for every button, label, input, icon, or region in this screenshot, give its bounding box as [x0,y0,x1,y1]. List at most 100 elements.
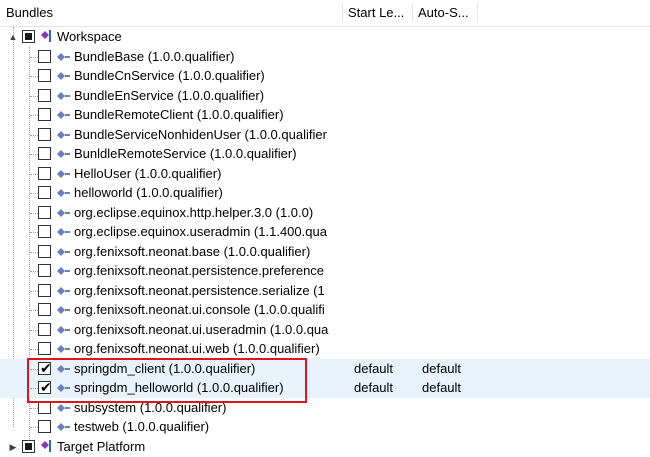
bundle-row[interactable]: org.fenixsoft.neonat.ui.useradmin (1.0.0… [0,320,650,340]
column-header-start-level[interactable]: Start Le... [342,0,412,26]
plugin-bundle-icon [57,150,70,158]
start-level-cell[interactable]: default [354,359,393,379]
bundle-label: subsystem (1.0.0.qualifier) [74,399,227,415]
bundle-checkbox[interactable] [38,303,51,316]
bundle-checkbox[interactable] [38,147,51,160]
plugin-bundle-icon [57,423,70,431]
auto-start-cell[interactable]: default [422,378,461,398]
tree-connector-line [30,407,38,409]
column-header-bundles[interactable]: Bundles [0,0,342,26]
target-platform-label: Target Platform [57,439,146,454]
tree-connector-line [30,173,38,175]
column-separator[interactable] [477,4,478,22]
tree-connector-line [30,251,38,253]
bundle-row[interactable]: helloworld (1.0.0.qualifier) [0,183,650,203]
bundle-row[interactable]: BundleEnService (1.0.0.qualifier) [0,86,650,106]
bundle-label: BundleEnService (1.0.0.qualifier) [74,87,265,103]
expand-triangle-icon[interactable]: ▶ [8,442,18,452]
bundle-row[interactable]: org.eclipse.equinox.http.helper.3.0 (1.0… [0,203,650,223]
bundle-checkbox[interactable] [38,225,51,238]
bundle-label: org.fenixsoft.neonat.ui.useradmin (1.0.0… [74,321,329,337]
tree-node-workspace[interactable]: ▲ Workspace [0,27,650,47]
plugin-bundle-icon [57,130,70,139]
bundle-checkbox[interactable] [38,264,51,277]
target-platform-icon [41,440,51,452]
bundle-row[interactable]: BundleCnService (1.0.0.qualifier) [0,66,650,86]
bundle-checkbox[interactable] [38,166,51,180]
bundle-label: springdm_client (1.0.0.qualifier) [74,360,256,376]
bundle-row[interactable]: BundleRemoteClient (1.0.0.qualifier) [0,105,650,125]
bundle-label: org.fenixsoft.neonat.persistence.seriali… [74,282,325,298]
tree-connector-line [30,232,38,233]
start-level-cell[interactable]: default [354,378,393,398]
bundle-tree[interactable]: ▲ Workspace BundleBase (1.0.0.qualifier)… [0,27,650,457]
plugin-bundle-icon [57,306,70,314]
bundle-label: org.fenixsoft.neonat.ui.console (1.0.0.q… [74,302,325,317]
bundle-checkbox[interactable] [38,205,51,219]
bundle-checkbox[interactable] [38,186,51,199]
bundle-checkbox[interactable]: ✔ [38,360,52,376]
bundle-row[interactable]: org.fenixsoft.neonat.ui.console (1.0.0.q… [0,300,650,320]
workspace-label: Workspace [57,29,122,44]
bundle-row[interactable]: BundleBase (1.0.0.qualifier) [0,47,650,67]
bundle-checkbox[interactable] [38,127,51,141]
bundle-row[interactable]: BundleServiceNonhidenUser (1.0.0.qualifi… [0,125,650,145]
tree-node-target-platform[interactable]: ▶ Target Platform [0,437,650,457]
bundle-checkbox[interactable] [38,108,51,121]
bundle-row[interactable]: HelloUser (1.0.0.qualifier) [0,164,650,184]
bundle-checkbox[interactable] [38,420,51,433]
bundle-row[interactable]: testweb (1.0.0.qualifier) [0,417,650,437]
bundle-row[interactable]: ✔ springdm_helloworld (1.0.0.qualifier) de… [0,378,650,398]
bundle-label: springdm_helloworld (1.0.0.qualifier) [74,380,284,395]
plugin-bundle-icon [57,364,70,373]
plugin-bundle-icon [57,208,70,217]
tree-connector-line [30,212,38,214]
bundle-row[interactable]: org.eclipse.equinox.useradmin (1.1.400.q… [0,222,650,242]
collapse-triangle-icon[interactable]: ▲ [8,32,18,42]
tree-connector-line [30,193,38,194]
bundle-label: BundleCnService (1.0.0.qualifier) [74,68,265,83]
bundle-label: BundleBase (1.0.0.qualifier) [74,48,235,64]
bundle-row[interactable]: subsystem (1.0.0.qualifier) [0,398,650,418]
workspace-icon [41,30,51,42]
target-platform-checkbox[interactable] [22,440,35,453]
bundle-checkbox[interactable] [38,283,51,297]
tree-connector-line [30,368,38,370]
bundle-checkbox[interactable]: ✔ [38,379,52,395]
bundle-checkbox[interactable] [38,244,51,258]
tree-connector-line [30,95,38,97]
plugin-bundle-icon [57,189,70,197]
plugin-bundle-icon [57,72,70,80]
bundle-row[interactable]: ✔ springdm_client (1.0.0.qualifier) defaul… [0,358,650,379]
bundle-checkbox[interactable] [38,88,51,102]
tree-connector-line [30,56,38,58]
column-header-auto-start[interactable]: Auto-S... [412,0,477,26]
plugin-bundle-icon [57,91,70,100]
bundle-label: org.fenixsoft.neonat.ui.web (1.0.0.quali… [74,341,320,356]
bundle-row[interactable]: org.fenixsoft.neonat.base (1.0.0.qualifi… [0,242,650,262]
plugin-bundle-icon [57,403,70,412]
bundle-checkbox[interactable] [38,342,51,355]
plugin-bundle-icon [57,286,70,295]
bundle-label: org.eclipse.equinox.http.helper.3.0 (1.0… [74,204,314,220]
plugin-bundle-icon [57,169,70,178]
tree-connector-line [30,154,38,155]
bundle-row[interactable]: org.fenixsoft.neonat.ui.web (1.0.0.quali… [0,339,650,359]
bundle-label: org.eclipse.equinox.useradmin (1.1.400.q… [74,224,327,239]
bundle-row[interactable]: org.fenixsoft.neonat.persistence.prefere… [0,261,650,281]
bundle-checkbox[interactable] [38,322,51,336]
bundle-label: BunldleRemoteService (1.0.0.qualifier) [74,146,297,161]
bundle-checkbox[interactable] [38,69,51,82]
tree-connector-line [30,329,38,331]
bundle-label: BundleRemoteClient (1.0.0.qualifier) [74,107,284,122]
plugin-bundle-icon [57,228,70,236]
bundle-checkbox[interactable] [38,400,51,414]
auto-start-cell[interactable]: default [422,359,461,379]
tree-connector-line [30,349,38,350]
bundle-row[interactable]: BunldleRemoteService (1.0.0.qualifier) [0,144,650,164]
workspace-checkbox[interactable] [22,30,35,43]
bundle-checkbox[interactable] [38,49,51,63]
bundle-row[interactable]: org.fenixsoft.neonat.persistence.seriali… [0,281,650,301]
tree-connector-line [30,271,38,272]
tree-connector-line [30,427,38,428]
